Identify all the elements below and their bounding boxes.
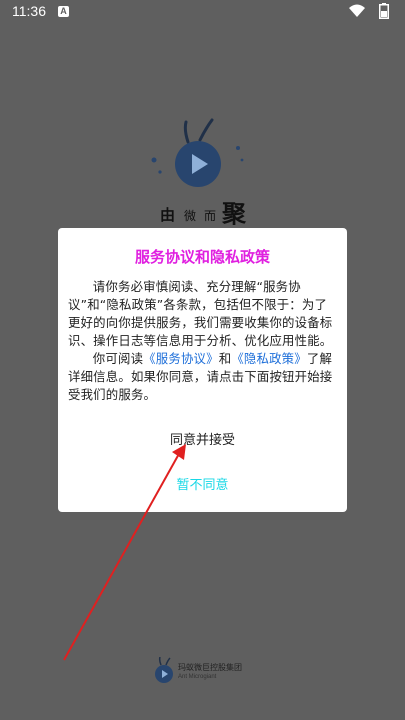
footer-company: 玛蚁微巨控股集团 (178, 663, 242, 672)
footer-company-en: Ant Microgiant (178, 674, 217, 680)
footer-logo (155, 657, 173, 683)
annotation-arrow (63, 444, 186, 661)
